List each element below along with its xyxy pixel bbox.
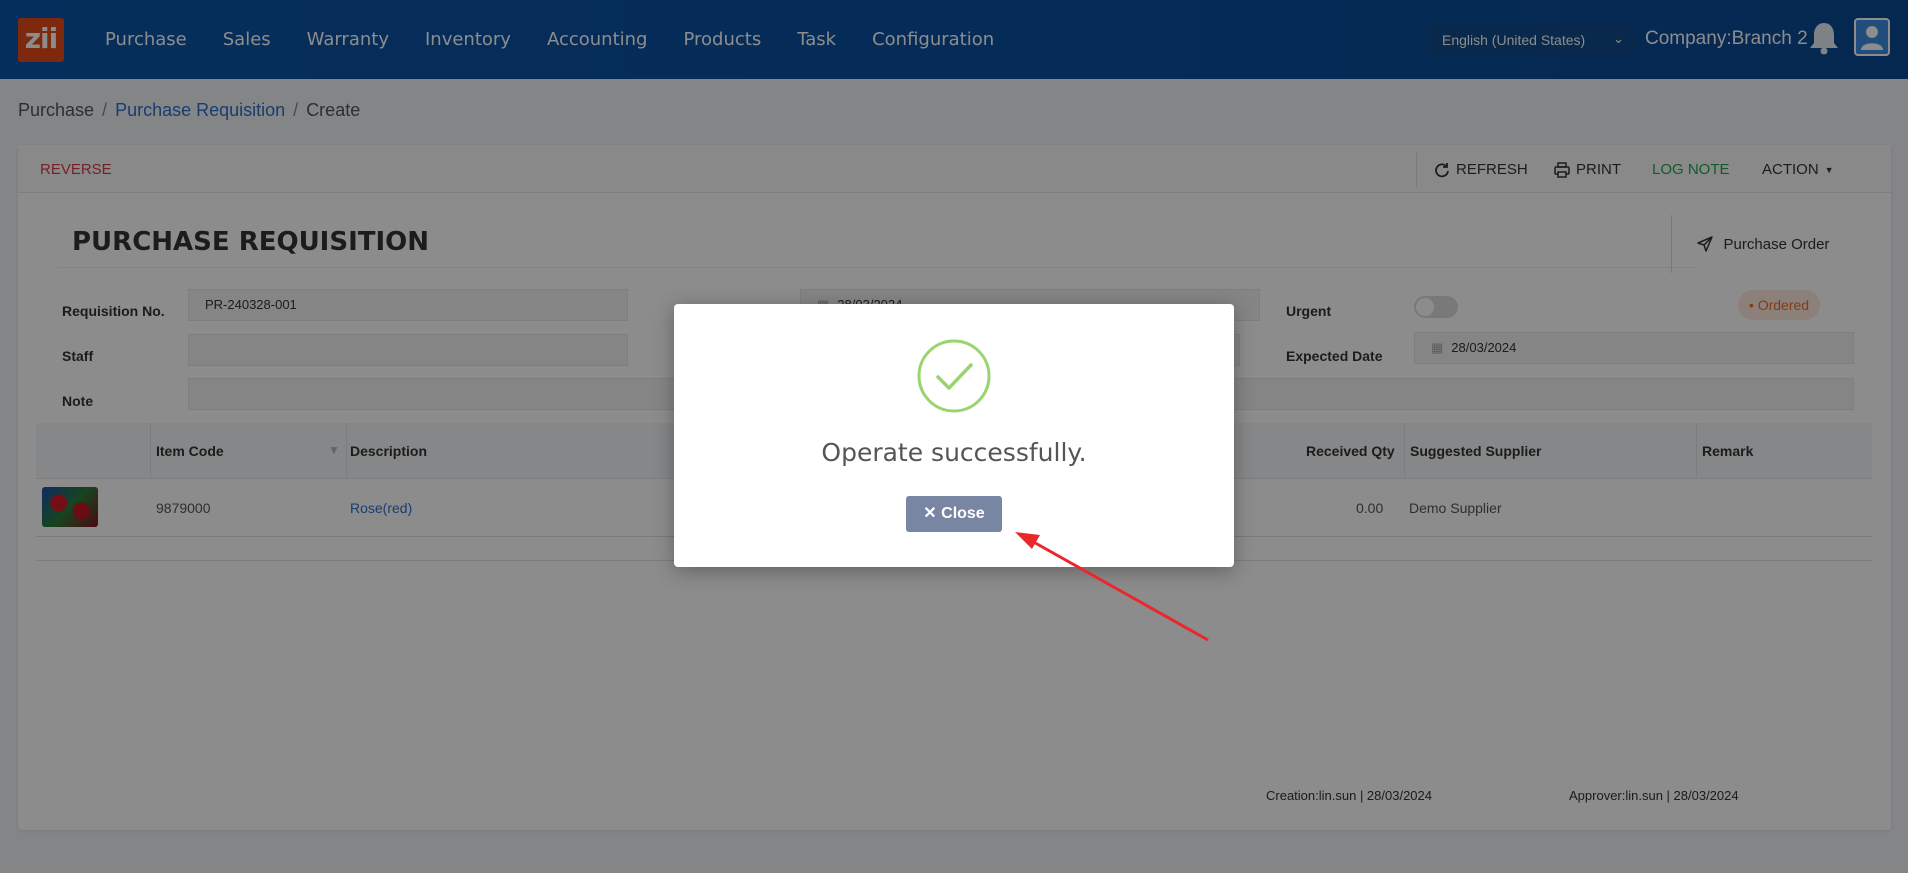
- success-dialog: Operate successfully. ✕ Close: [674, 304, 1234, 567]
- success-check-icon: [917, 339, 991, 413]
- close-button[interactable]: ✕ Close: [906, 496, 1002, 532]
- success-message: Operate successfully.: [821, 438, 1087, 467]
